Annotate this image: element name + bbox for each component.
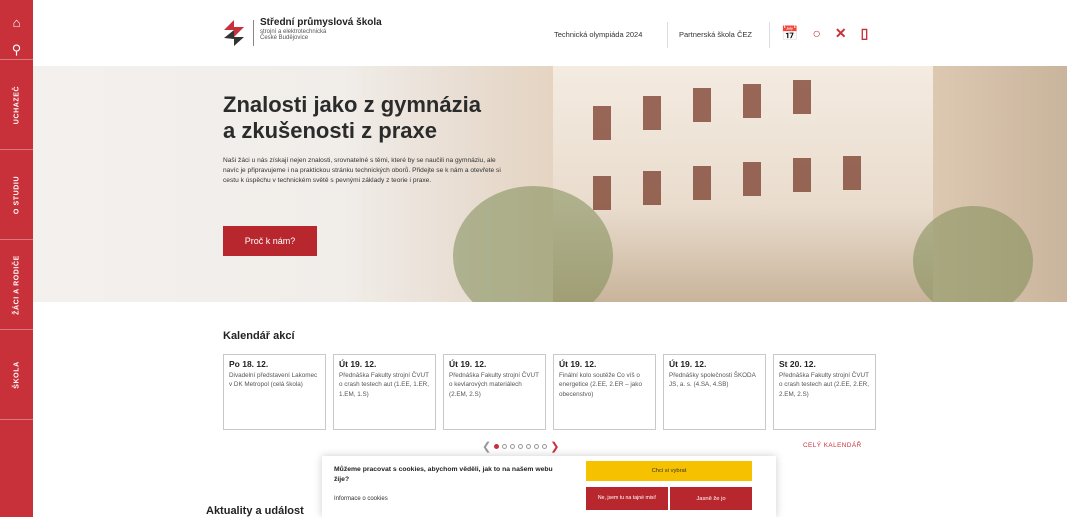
logo-city: České Budějovice	[260, 34, 309, 41]
event-date: Út 19. 12.	[449, 359, 487, 369]
event-date: Po 18. 12.	[229, 359, 269, 369]
left-sidebar: ⌂ ⚲ UCHAZEČ O STUDIU ŽÁCI A RODIČE ŠKOLA	[0, 0, 33, 517]
nav-divider	[769, 22, 770, 48]
school-logo[interactable]: Střední průmyslová škola strojní a elekt…	[221, 17, 382, 48]
header: Střední průmyslová škola strojní a elekt…	[33, 0, 1067, 66]
why-us-button[interactable]: Proč k nám?	[223, 226, 317, 256]
hero-title: Znalosti jako z gymnázia a zkušenosti z …	[223, 92, 481, 144]
event-card[interactable]: Út 19. 12. Přednášky společnosti ŠKODA J…	[663, 354, 766, 430]
cookie-banner: Můžeme pracovat s cookies, abychom věděl…	[322, 456, 776, 517]
calendar-icon[interactable]: 📅	[781, 26, 798, 40]
sidebar-item-o-studiu[interactable]: O STUDIU	[0, 150, 33, 240]
logo-title: Střední průmyslová škola	[260, 17, 382, 28]
nav-link-olympiada[interactable]: Technická olympiáda 2024	[554, 30, 642, 39]
cookie-info-link[interactable]: Informace o cookies	[334, 496, 388, 502]
cookie-reject-button[interactable]: Ne, jsem tu na tajné misi!	[586, 487, 668, 510]
full-calendar-link[interactable]: CELÝ KALENDÁŘ	[803, 442, 862, 449]
event-description: Přednáška Fakulty strojní ČVUT o crash t…	[339, 372, 429, 398]
event-description: Přednáška Fakulty strojní ČVUT o kevlaro…	[449, 372, 539, 398]
sidebar-item-label: O STUDIU	[13, 175, 20, 214]
pager-dot[interactable]	[542, 444, 548, 449]
circle-icon[interactable]: ○	[812, 26, 820, 40]
pager-dot[interactable]	[494, 444, 500, 449]
cookie-choose-button[interactable]: Chci si vybrat	[586, 461, 752, 481]
event-card[interactable]: Po 18. 12. Divadelní představení Lakomec…	[223, 354, 326, 430]
event-date: Út 19. 12.	[669, 359, 707, 369]
sidebar-item-skola[interactable]: ŠKOLA	[0, 330, 33, 420]
news-title: Aktuality a událost	[206, 505, 304, 517]
sidebar-item-zaci-a-rodice[interactable]: ŽÁCI A RODIČE	[0, 240, 33, 330]
pager-dot[interactable]	[510, 444, 516, 449]
hero-title-line: Znalosti jako z gymnázia	[223, 92, 481, 117]
nav-link-cez[interactable]: Partnerská škola ČEZ	[679, 30, 752, 39]
chevron-left-icon[interactable]: ❮	[482, 440, 491, 453]
sidebar-item-label: ŠKOLA	[13, 360, 20, 389]
event-date: St 20. 12.	[779, 359, 816, 369]
sidebar-top: ⌂ ⚲	[0, 0, 33, 60]
event-description: Přednášky společnosti ŠKODA JS, a. s. (4…	[669, 372, 756, 389]
event-card[interactable]: Út 19. 12. Přednáška Fakulty strojní ČVU…	[443, 354, 546, 430]
nav-divider	[667, 22, 668, 48]
sidebar-item-label: ŽÁCI A RODIČE	[13, 254, 20, 315]
logo-text: Střední průmyslová škola strojní a elekt…	[260, 17, 382, 41]
event-card[interactable]: Út 19. 12. Přednáška Fakulty strojní ČVU…	[333, 354, 436, 430]
search-icon[interactable]: ⚲	[12, 43, 22, 56]
event-card[interactable]: Út 19. 12. Finální kolo soutěže Co víš o…	[553, 354, 656, 430]
x-icon[interactable]: ✕	[835, 26, 847, 40]
calendar-pager: ❮ ❯	[482, 440, 559, 453]
hero-title-line: a zkušenosti z praxe	[223, 117, 437, 143]
pager-dot[interactable]	[534, 444, 540, 449]
office-icon[interactable]: ▯	[861, 26, 869, 40]
calendar-cards: Po 18. 12. Divadelní představení Lakomec…	[223, 354, 876, 430]
event-date: Út 19. 12.	[559, 359, 597, 369]
logo-icon	[224, 20, 244, 46]
calendar-title: Kalendář akcí	[223, 330, 295, 342]
event-description: Divadelní představení Lakomec v DK Metro…	[229, 372, 318, 389]
sidebar-item-uchazec[interactable]: UCHAZEČ	[0, 60, 33, 150]
pager-dot[interactable]	[526, 444, 532, 449]
event-date: Út 19. 12.	[339, 359, 377, 369]
event-description: Přednáška Fakulty strojní ČVUT o crash t…	[779, 372, 869, 398]
cookie-accept-button[interactable]: Jasně že jo	[670, 487, 752, 510]
chevron-right-icon[interactable]: ❯	[550, 440, 559, 453]
home-icon[interactable]: ⌂	[13, 16, 21, 29]
event-card[interactable]: St 20. 12. Přednáška Fakulty strojní ČVU…	[773, 354, 876, 430]
sidebar-item-label: UCHAZEČ	[13, 85, 20, 124]
event-description: Finální kolo soutěže Co víš o energetice…	[559, 372, 642, 398]
pager-dot[interactable]	[518, 444, 524, 449]
logo-divider	[253, 20, 254, 46]
hero-description: Naši žáci u nás získají nejen znalosti, …	[223, 157, 501, 185]
pager-dot[interactable]	[502, 444, 508, 449]
cookie-message: Můžeme pracovat s cookies, abychom věděl…	[334, 466, 553, 483]
hero-banner: Znalosti jako z gymnázia a zkušenosti z …	[33, 66, 1067, 302]
header-icons: 📅 ○ ✕ ▯	[781, 26, 868, 40]
